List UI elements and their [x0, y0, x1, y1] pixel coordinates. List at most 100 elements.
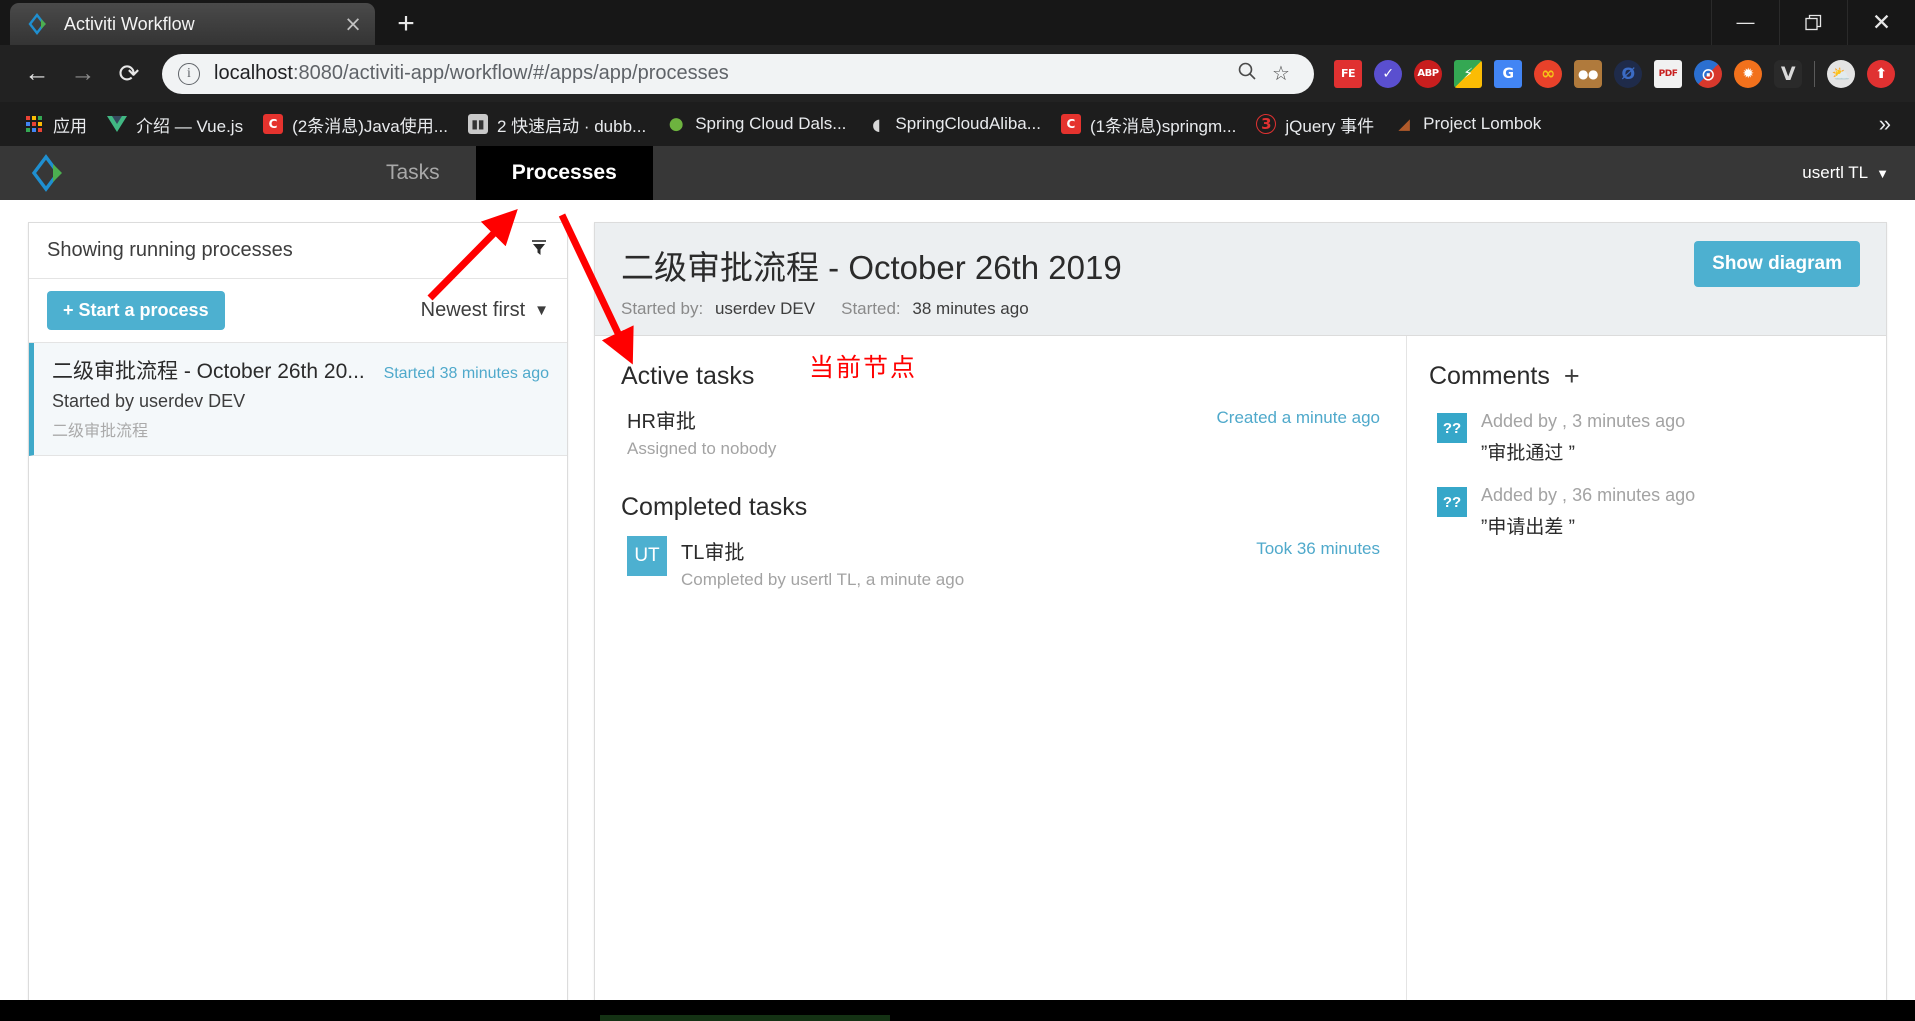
- reload-icon[interactable]: ⟳: [106, 51, 152, 97]
- started-by-group: Started by: userdev DEV: [621, 299, 815, 319]
- annotation-current-node: 当前节点: [809, 353, 918, 382]
- vimium-extension-icon[interactable]: V: [1768, 54, 1808, 94]
- started-value: 38 minutes ago: [912, 299, 1029, 318]
- comment-text: ”申请出差 ”: [1481, 517, 1575, 538]
- proxy-switch-extension-icon[interactable]: ⨀: [1688, 54, 1728, 94]
- bookmark-csdn-springm[interactable]: C (1条消息)springm...: [1051, 107, 1246, 141]
- sort-order-value: Newest first: [420, 299, 526, 321]
- apps-grid-icon: [24, 114, 44, 134]
- csdn-icon: C: [263, 114, 284, 134]
- profile-update-icon[interactable]: ⬆: [1861, 54, 1901, 94]
- process-item-started-by: Started by userdev DEV: [52, 391, 246, 411]
- tampermonkey-extension-icon[interactable]: ●●: [1568, 54, 1608, 94]
- bookmark-apps[interactable]: 应用: [14, 107, 97, 141]
- window-minimize-button[interactable]: —: [1711, 0, 1779, 45]
- weather-extension-icon[interactable]: ⛅: [1821, 54, 1861, 94]
- avatar: ??: [1437, 413, 1467, 443]
- bookmark-jquery-events[interactable]: 3 jQuery 事件: [1246, 107, 1384, 141]
- task-name: TL审批: [681, 542, 745, 564]
- tab-processes[interactable]: Processes: [475, 146, 653, 200]
- comment-body: Added by , 36 minutes ago ”申请出差 ”: [1481, 485, 1695, 539]
- runoob-icon: 3: [1256, 114, 1277, 134]
- sort-order-select[interactable]: Newest first ▼: [421, 299, 549, 322]
- adblock-plus-extension-icon[interactable]: ABP: [1408, 54, 1448, 94]
- bookmark-label: 2 快速启动 · dubb...: [496, 116, 647, 136]
- window-maximize-button[interactable]: [1779, 0, 1847, 45]
- address-bar[interactable]: i localhost:8080/activiti-app/workflow/#…: [162, 53, 1314, 94]
- bookmark-spring-cloud[interactable]: ● Spring Cloud Dals...: [656, 107, 856, 141]
- bookmark-label: (1条消息)springm...: [1089, 116, 1237, 136]
- pdfjs-extension-icon[interactable]: PDF: [1648, 54, 1688, 94]
- bookmark-csdn-java[interactable]: C (2条消息)Java使用...: [253, 107, 458, 141]
- browser-tab-activiti[interactable]: Activiti Workflow ×: [10, 3, 375, 45]
- process-item-definition: 二级审批流程: [52, 423, 149, 440]
- evernote-extension-icon[interactable]: Ø: [1608, 54, 1648, 94]
- bookmark-label: SpringCloudAliba...: [895, 114, 1041, 133]
- task-row[interactable]: UT TL审批 Completed by usertl TL, a minute…: [621, 536, 1380, 590]
- add-comment-icon[interactable]: +: [1564, 363, 1580, 390]
- process-item-row: 二级审批流程 - October 26th 20... Started 38 m…: [52, 355, 549, 385]
- start-process-button[interactable]: + Start a process: [47, 291, 225, 330]
- tab-close-icon[interactable]: ×: [339, 13, 367, 35]
- task-assignee: Assigned to nobody: [627, 439, 777, 458]
- started-by-label: Started by:: [621, 299, 704, 318]
- bookmark-label: 介绍 — Vue.js: [136, 116, 244, 136]
- new-tab-button[interactable]: +: [381, 3, 431, 45]
- process-list-panel: Showing running processes + Start a proc…: [28, 222, 568, 1021]
- url-path: :8080/activiti-app/workflow/#/apps/app/p…: [292, 62, 729, 84]
- tab-tasks[interactable]: Tasks: [350, 146, 476, 200]
- bookmark-dubbo[interactable]: ▮▮ 2 快速启动 · dubb...: [458, 107, 656, 141]
- forward-icon[interactable]: →: [60, 51, 106, 97]
- bookmark-star-icon[interactable]: ☆: [1264, 61, 1298, 86]
- infinity-extension-icon[interactable]: ∞: [1528, 54, 1568, 94]
- started-by-value: userdev DEV: [714, 299, 816, 318]
- check-circle-extension-icon[interactable]: ✓: [1368, 54, 1408, 94]
- process-detail-header: 二级审批流程 - October 26th 2019 Started by: u…: [595, 223, 1886, 336]
- list-item: ?? Added by , 36 minutes ago ”申请出差 ”: [1429, 485, 1866, 539]
- octotree-extension-icon[interactable]: ✹: [1728, 54, 1768, 94]
- window-close-button[interactable]: ✕: [1847, 0, 1915, 45]
- back-icon[interactable]: ←: [14, 51, 60, 97]
- bookmark-springcloud-alibaba[interactable]: ◖ SpringCloudAliba...: [856, 107, 1051, 141]
- comment-body: Added by , 3 minutes ago ”审批通过 ”: [1481, 411, 1685, 465]
- bookmark-label: (2条消息)Java使用...: [292, 116, 448, 136]
- browser-tab-strip: Activiti Workflow × + — ✕: [0, 0, 1915, 45]
- fe-extension-icon[interactable]: FE: [1328, 54, 1368, 94]
- url-host: localhost: [214, 62, 293, 84]
- colorzilla-extension-icon[interactable]: ⚡: [1448, 54, 1488, 94]
- process-list-header: Showing running processes: [29, 223, 567, 279]
- bookmark-label: 应用: [53, 116, 87, 136]
- avatar: ??: [1437, 487, 1467, 517]
- avatar: UT: [627, 536, 667, 576]
- process-detail-meta: Started by: userdev DEV Started: 38 minu…: [621, 299, 1122, 319]
- chevron-down-icon: ▼: [534, 302, 549, 319]
- completed-tasks-title: Completed tasks: [621, 493, 808, 521]
- bookmarks-bar: 应用 介绍 — Vue.js C (2条消息)Java使用... ▮▮ 2 快速…: [0, 102, 1915, 146]
- bookmark-project-lombok[interactable]: ◢ Project Lombok: [1384, 107, 1551, 141]
- activiti-diamond-logo[interactable]: [0, 146, 100, 200]
- funnel-filter-icon[interactable]: [529, 238, 549, 264]
- user-name: usertl TL: [1802, 163, 1869, 182]
- activiti-diamond-icon: [28, 13, 50, 35]
- task-row[interactable]: HR审批 Assigned to nobody Created a minute…: [621, 405, 1380, 459]
- process-item-title: 二级审批流程 - October 26th 20...: [52, 360, 365, 383]
- google-translate-extension-icon[interactable]: G: [1488, 54, 1528, 94]
- page-title: 二级审批流程 - October 26th 2019: [621, 249, 1122, 286]
- show-diagram-button[interactable]: Show diagram: [1694, 241, 1860, 287]
- bookmarks-overflow-icon[interactable]: »: [1869, 111, 1901, 137]
- comment-text: ”审批通过 ”: [1481, 443, 1575, 464]
- alibaba-icon: ◖: [872, 114, 881, 134]
- bookmark-vuejs[interactable]: 介绍 — Vue.js: [97, 107, 253, 141]
- task-main: HR审批 Assigned to nobody: [627, 405, 1197, 459]
- search-icon[interactable]: [1230, 61, 1264, 87]
- process-detail-panel: 二级审批流程 - October 26th 2019 Started by: u…: [594, 222, 1887, 1021]
- app-nav-tabs: Tasks Processes: [350, 146, 653, 200]
- browser-toolbar: ← → ⟳ i localhost:8080/activiti-app/work…: [0, 45, 1915, 102]
- user-menu[interactable]: usertl TL ▼: [1802, 146, 1915, 200]
- bookmark-label: Project Lombok: [1423, 114, 1542, 133]
- list-item[interactable]: 二级审批流程 - October 26th 20... Started 38 m…: [29, 343, 567, 456]
- site-info-icon[interactable]: i: [178, 62, 200, 85]
- started-group: Started: 38 minutes ago: [841, 299, 1029, 319]
- browser-tab-title: Activiti Workflow: [64, 13, 195, 34]
- comments-title: Comments: [1429, 362, 1550, 390]
